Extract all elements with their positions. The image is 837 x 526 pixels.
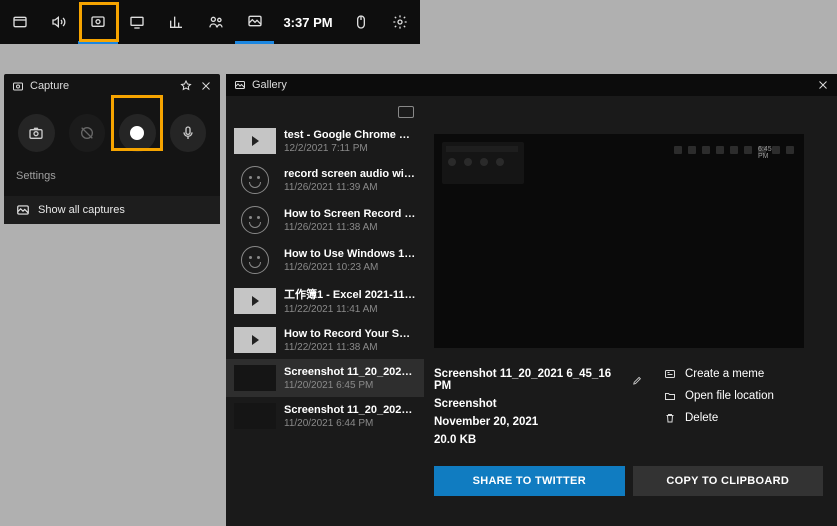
- open-folder-button[interactable]: [226, 102, 424, 122]
- missing-thumb-icon: [241, 206, 269, 234]
- xbox-social-icon[interactable]: [196, 0, 235, 44]
- detail-name: Screenshot 11_20_2021 6_45_16 PM: [434, 368, 624, 392]
- item-title: Screenshot 11_20_2021 6_45...: [284, 366, 416, 378]
- image-thumb: [234, 403, 276, 429]
- capture-icon[interactable]: [78, 0, 117, 44]
- gallery-item[interactable]: record screen audio windo... 11/26/2021 1…: [226, 160, 424, 200]
- show-all-captures-button[interactable]: Show all captures: [4, 196, 220, 224]
- edit-icon[interactable]: [632, 375, 643, 386]
- widget-menu-icon[interactable]: [0, 0, 39, 44]
- screenshot-button[interactable]: [18, 114, 55, 152]
- share-twitter-button[interactable]: SHARE TO TWITTER: [434, 466, 625, 496]
- item-title: How to Screen Record on W...: [284, 208, 416, 220]
- gallery-widget: Gallery test - Google Chrome 2021-1... 12…: [226, 74, 837, 526]
- video-thumb: [234, 288, 276, 314]
- gallery-item[interactable]: How to Screen Record on W... 11/26/2021 1…: [226, 200, 424, 240]
- detail-category: Screenshot: [434, 398, 643, 410]
- gallery-item[interactable]: 工作簿1 - Excel 2021-11-22 11... 11/22/2021 …: [226, 280, 424, 321]
- gallery-header-icon: [234, 79, 246, 91]
- record-dot-icon: [130, 126, 144, 140]
- image-thumb: [234, 365, 276, 391]
- delete-button[interactable]: Delete: [663, 412, 823, 424]
- item-date: 11/26/2021 11:38 AM: [284, 222, 416, 233]
- missing-thumb-icon: [241, 166, 269, 194]
- preview-image[interactable]: 6:45 PM: [434, 134, 804, 348]
- gallery-small-icon: [16, 203, 30, 217]
- settings-gear-icon[interactable]: [381, 0, 420, 44]
- record-button[interactable]: [119, 114, 156, 152]
- item-title: Screenshot 11_20_2021 6_44...: [284, 404, 416, 416]
- show-all-label: Show all captures: [38, 204, 125, 216]
- item-title: record screen audio windo...: [284, 168, 416, 180]
- gallery-close-icon[interactable]: [817, 79, 829, 91]
- item-date: 11/26/2021 10:23 AM: [284, 262, 416, 273]
- gallery-icon[interactable]: [235, 0, 274, 44]
- item-date: 11/26/2021 11:39 AM: [284, 182, 416, 193]
- open-file-location-button[interactable]: Open file location: [663, 390, 823, 402]
- gallery-item[interactable]: test - Google Chrome 2021-1... 12/2/2021 …: [226, 122, 424, 160]
- gallery-item[interactable]: How to Use Windows 10 Buil... 11/26/2021 …: [226, 240, 424, 280]
- missing-thumb-icon: [241, 246, 269, 274]
- gallery-item[interactable]: Screenshot 11_20_2021 6_45... 11/20/2021 …: [226, 359, 424, 397]
- item-date: 11/20/2021 6:45 PM: [284, 380, 416, 391]
- gallery-main: 6:45 PM Screenshot 11_20_2021 6_45_16 PM…: [424, 96, 837, 526]
- gallery-title: Gallery: [252, 79, 287, 91]
- clock: 3:37 PM: [274, 15, 341, 30]
- capture-title-icon: [12, 80, 24, 92]
- detail-date: November 20, 2021: [434, 416, 643, 428]
- mouse-icon[interactable]: [342, 0, 381, 44]
- item-date: 11/22/2021 11:41 AM: [284, 304, 416, 315]
- item-title: How to Record Your Screen...: [284, 328, 416, 340]
- capture-header: Capture: [4, 74, 220, 98]
- detail-size: 20.0 KB: [434, 434, 643, 446]
- audio-icon[interactable]: [39, 0, 78, 44]
- video-thumb: [234, 327, 276, 353]
- record-last-button[interactable]: [69, 114, 106, 152]
- item-date: 12/2/2021 7:11 PM: [284, 143, 416, 154]
- settings-label: Settings: [4, 166, 220, 192]
- gallery-item[interactable]: How to Record Your Screen... 11/22/2021 1…: [226, 321, 424, 359]
- mic-button[interactable]: [170, 114, 207, 152]
- gallery-list: test - Google Chrome 2021-1... 12/2/2021 …: [226, 96, 424, 526]
- close-icon[interactable]: [200, 80, 212, 92]
- item-date: 11/22/2021 11:38 AM: [284, 342, 416, 353]
- item-title: 工作簿1 - Excel 2021-11-22 11...: [284, 286, 416, 302]
- video-thumb: [234, 128, 276, 154]
- performance-icon[interactable]: [118, 0, 157, 44]
- item-title: How to Use Windows 10 Buil...: [284, 248, 416, 260]
- game-bar-topbar: 3:37 PM: [0, 0, 420, 44]
- resources-icon[interactable]: [157, 0, 196, 44]
- capture-widget: Capture Settings Show all captures: [4, 74, 220, 224]
- pin-icon[interactable]: [180, 80, 192, 92]
- copy-clipboard-button[interactable]: COPY TO CLIPBOARD: [633, 466, 824, 496]
- gallery-item[interactable]: Screenshot 11_20_2021 6_44... 11/20/2021 …: [226, 397, 424, 435]
- item-date: 11/20/2021 6:44 PM: [284, 418, 416, 429]
- create-meme-button[interactable]: Create a meme: [663, 368, 823, 380]
- capture-title: Capture: [30, 80, 69, 92]
- item-title: test - Google Chrome 2021-1...: [284, 129, 416, 141]
